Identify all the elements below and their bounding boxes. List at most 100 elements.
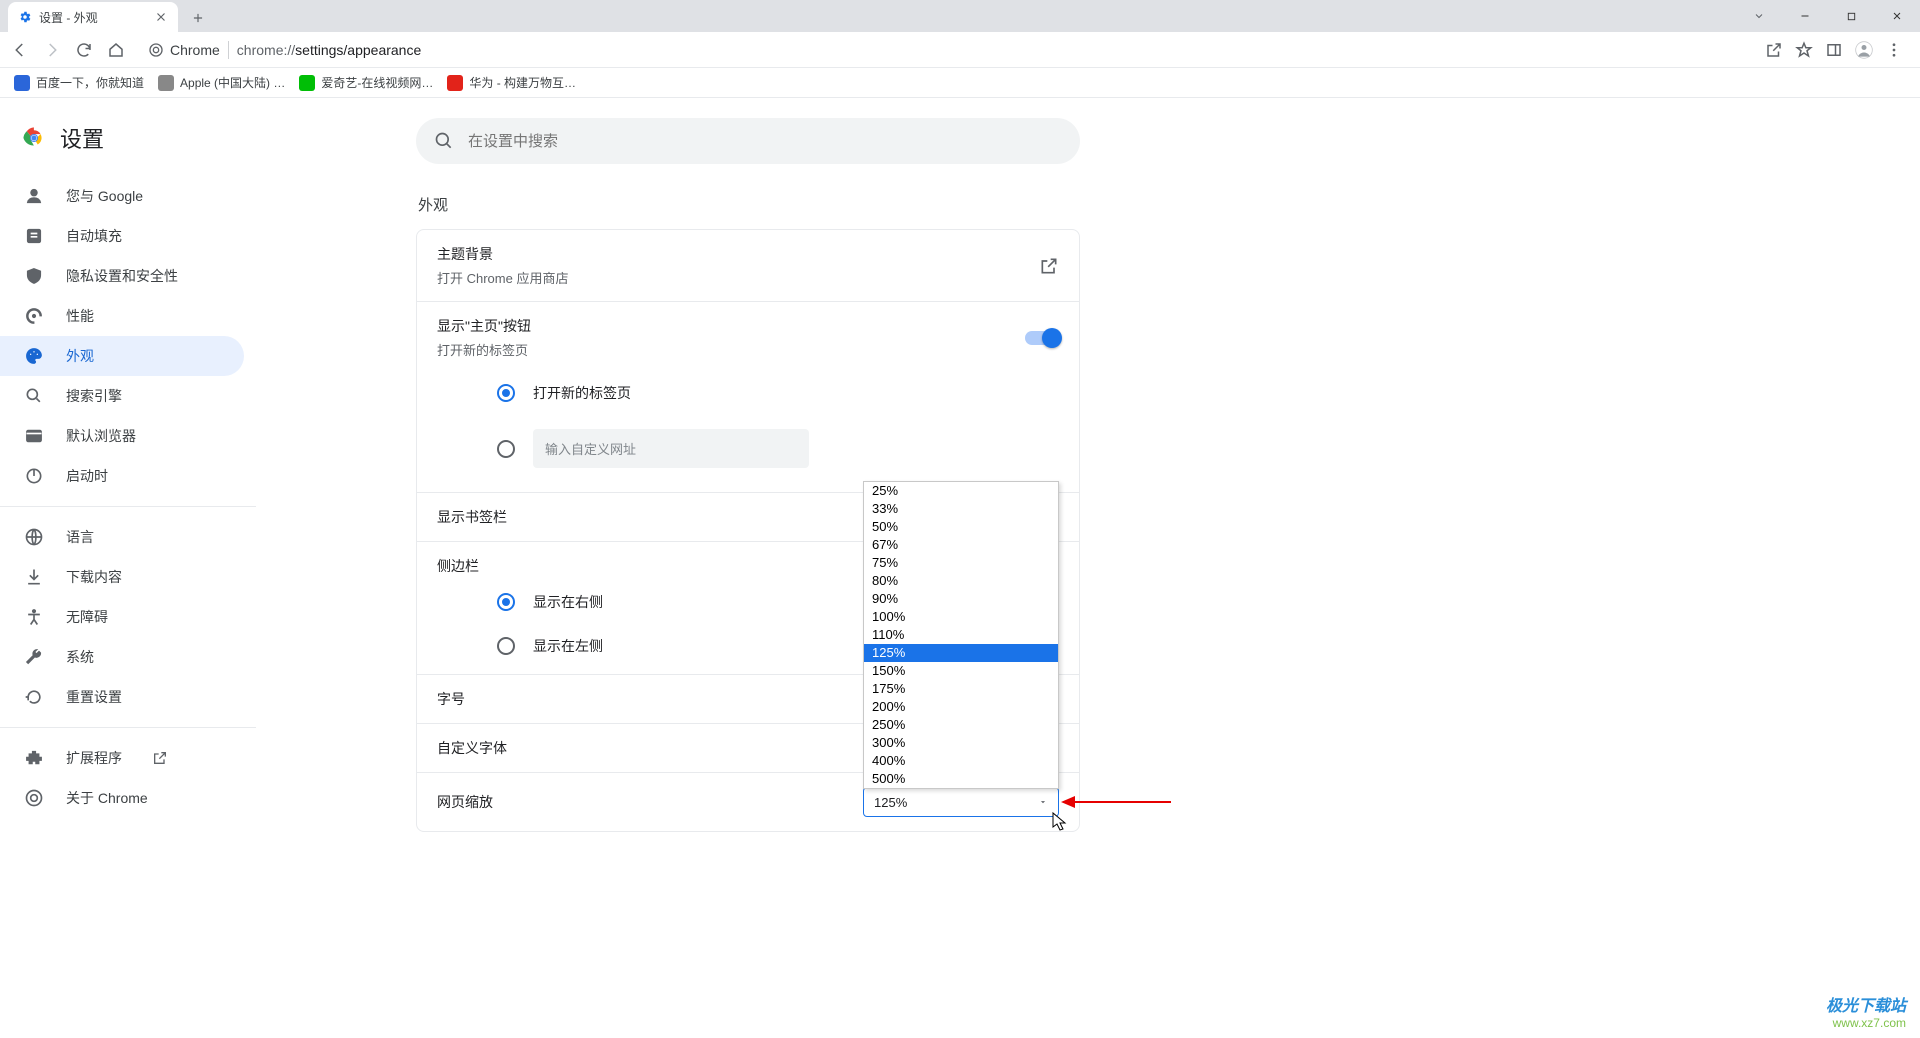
sidebar-item-wrench[interactable]: 系统: [0, 637, 244, 677]
sidebar-item-perf[interactable]: 性能: [0, 296, 244, 336]
a11y-icon: [24, 607, 44, 627]
shield-icon: [24, 266, 44, 286]
open-external-icon: [1039, 256, 1059, 276]
browser-titlebar: 设置 - 外观: [0, 0, 1920, 32]
bookmark-item[interactable]: 华为 - 构建万物互…: [447, 74, 576, 91]
page-zoom-dropdown[interactable]: 25%33%50%67%75%80%90%100%110%125%150%175…: [863, 481, 1059, 789]
sidebar-item-palette[interactable]: 外观: [0, 336, 244, 376]
page-zoom-select[interactable]: 125%: [863, 787, 1059, 817]
sidebar-item-ext[interactable]: 扩展程序: [0, 738, 244, 778]
sidebar-item-shield[interactable]: 隐私设置和安全性: [0, 256, 244, 296]
sidebar-item-power[interactable]: 启动时: [0, 456, 244, 496]
bookmark-favicon: [158, 75, 174, 91]
zoom-option[interactable]: 100%: [864, 608, 1058, 626]
palette-icon: [24, 346, 44, 366]
section-title: 外观: [418, 194, 1920, 215]
theme-row[interactable]: 主题背景 打开 Chrome 应用商店: [417, 230, 1079, 301]
site-chip[interactable]: Chrome: [140, 35, 228, 65]
app-title: 设置: [0, 114, 256, 176]
settings-search[interactable]: [416, 118, 1080, 164]
sidebar-item-chrome[interactable]: 关于 Chrome: [0, 778, 244, 818]
bookmark-item[interactable]: Apple (中国大陆) …: [158, 74, 285, 91]
zoom-option[interactable]: 400%: [864, 752, 1058, 770]
zoom-option[interactable]: 200%: [864, 698, 1058, 716]
home-button-toggle[interactable]: [1025, 331, 1059, 345]
chrome-logo-icon: [22, 126, 46, 150]
home-button-row: 显示"主页"按钮 打开新的标签页 打开新的标签页 输入自定义网址: [417, 301, 1079, 492]
sidebar-item-person[interactable]: 您与 Google: [0, 176, 244, 216]
radio-icon: [497, 593, 515, 611]
autofill-icon: [24, 226, 44, 246]
search-icon: [24, 386, 44, 406]
settings-search-input[interactable]: [468, 133, 1062, 150]
reload-button[interactable]: [70, 36, 98, 64]
back-button[interactable]: [6, 36, 34, 64]
zoom-option[interactable]: 90%: [864, 590, 1058, 608]
download-icon: [24, 567, 44, 587]
forward-button[interactable]: [38, 36, 66, 64]
origin-label: Chrome: [170, 42, 220, 58]
window-controls: [1736, 0, 1920, 32]
settings-sidebar: 设置 您与 Google自动填充隐私设置和安全性性能外观搜索引擎默认浏览器启动时…: [0, 98, 256, 1038]
chrome-icon: [24, 788, 44, 808]
search-icon: [434, 131, 454, 151]
zoom-option[interactable]: 300%: [864, 734, 1058, 752]
zoom-option[interactable]: 250%: [864, 716, 1058, 734]
star-icon[interactable]: [1790, 36, 1818, 64]
globe-icon: [24, 527, 44, 547]
zoom-option[interactable]: 75%: [864, 554, 1058, 572]
chevron-down-icon: [1038, 797, 1048, 807]
browser-tab[interactable]: 设置 - 外观: [8, 2, 178, 32]
address-bar[interactable]: Chrome chrome://settings/appearance: [140, 35, 1750, 65]
sidebar-item-browser[interactable]: 默认浏览器: [0, 416, 244, 456]
home-url-input[interactable]: 输入自定义网址: [533, 429, 809, 468]
bookmark-favicon: [447, 75, 463, 91]
share-icon[interactable]: [1760, 36, 1788, 64]
person-icon: [24, 186, 44, 206]
bookmark-item[interactable]: 百度一下，你就知道: [14, 74, 144, 91]
tab-title: 设置 - 外观: [39, 9, 147, 26]
zoom-option[interactable]: 150%: [864, 662, 1058, 680]
browser-icon: [24, 426, 44, 446]
window-maximize-button[interactable]: [1828, 0, 1874, 32]
zoom-option[interactable]: 110%: [864, 626, 1058, 644]
side-panel-icon[interactable]: [1820, 36, 1848, 64]
cursor-icon: [1051, 811, 1069, 833]
zoom-option[interactable]: 50%: [864, 518, 1058, 536]
watermark: 极光下载站 www.xz7.com: [1826, 992, 1906, 1030]
radio-icon: [497, 384, 515, 402]
app-title-text: 设置: [60, 122, 104, 154]
sidebar-item-search[interactable]: 搜索引擎: [0, 376, 244, 416]
radio-icon: [497, 637, 515, 655]
sidebar-item-autofill[interactable]: 自动填充: [0, 216, 244, 256]
zoom-option[interactable]: 125%: [864, 644, 1058, 662]
zoom-option[interactable]: 25%: [864, 482, 1058, 500]
home-url-radio[interactable]: 输入自定义网址: [437, 419, 1059, 478]
zoom-option[interactable]: 500%: [864, 770, 1058, 788]
chevron-down-icon[interactable]: [1736, 0, 1782, 32]
window-close-button[interactable]: [1874, 0, 1920, 32]
sidebar-item-reset[interactable]: 重置设置: [0, 677, 244, 717]
profile-icon[interactable]: [1850, 36, 1878, 64]
sidebar-item-download[interactable]: 下载内容: [0, 557, 244, 597]
ext-icon: [24, 748, 44, 768]
sidebar-item-a11y[interactable]: 无障碍: [0, 597, 244, 637]
zoom-option[interactable]: 80%: [864, 572, 1058, 590]
perf-icon: [24, 306, 44, 326]
open-external-icon: [152, 750, 168, 766]
annotation-arrow: [1061, 792, 1171, 812]
sidebar-item-globe[interactable]: 语言: [0, 517, 244, 557]
home-button[interactable]: [102, 36, 130, 64]
zoom-option[interactable]: 175%: [864, 680, 1058, 698]
bookmark-item[interactable]: 爱奇艺-在线视频网…: [299, 74, 433, 91]
kebab-menu-icon[interactable]: [1880, 36, 1908, 64]
zoom-option[interactable]: 67%: [864, 536, 1058, 554]
new-tab-button[interactable]: [184, 4, 212, 32]
plus-icon: [191, 11, 205, 25]
close-icon[interactable]: [154, 10, 168, 24]
zoom-option[interactable]: 33%: [864, 500, 1058, 518]
gear-icon: [18, 10, 32, 24]
home-newtab-radio[interactable]: 打开新的标签页: [437, 365, 1059, 413]
bookmark-favicon: [14, 75, 30, 91]
window-minimize-button[interactable]: [1782, 0, 1828, 32]
